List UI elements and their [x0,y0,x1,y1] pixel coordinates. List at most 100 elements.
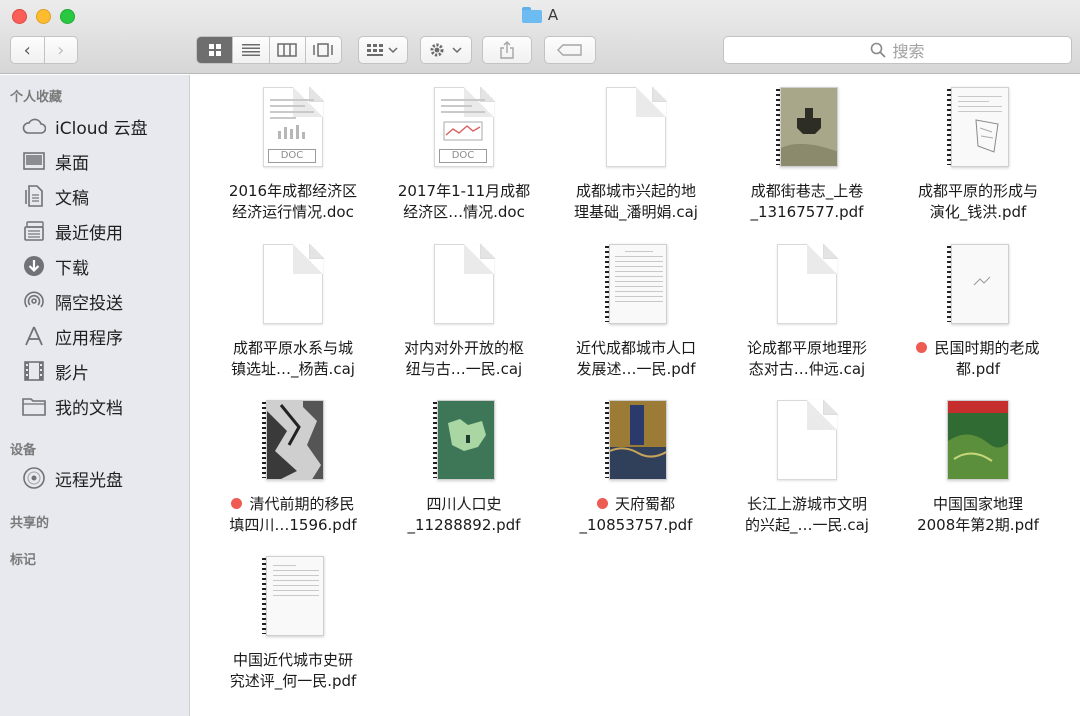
sidebar-item-label: iCloud 云盘 [55,118,148,139]
file-item[interactable]: 论成都平原地理形 态对古…仲远.caj [722,232,892,382]
tag-icon [557,44,582,56]
navigation-buttons: ‹ › [10,36,78,64]
group-by-button[interactable] [358,36,408,64]
search-placeholder: 搜索 [892,42,925,61]
pdf-file-icon [947,87,1009,167]
pdf-file-icon [262,400,324,480]
window-title: A [0,6,1080,24]
file-item[interactable]: 成都平原的形成与 演化_钱洪.pdf [893,75,1063,225]
file-item[interactable]: DOC 2016年成都经济区 经济运行情况.doc [208,75,378,225]
caj-file-icon [776,400,838,480]
caj-file-icon [262,244,324,324]
pdf-file-icon [262,556,324,636]
file-name: 中国近代城市史研 究述评_何一民.pdf [229,651,357,690]
file-item[interactable]: 近代成都城市人口 发展述…一民.pdf [551,232,721,382]
doc-file-icon: DOC [433,87,495,167]
red-tag-icon [596,498,608,509]
sidebar-item-label: 应用程序 [55,328,123,349]
airdrop-icon [22,290,46,312]
sidebar-item-label: 我的文档 [55,398,123,419]
search-icon [871,42,887,58]
edit-tags-button[interactable] [544,36,596,64]
gallery-view-button[interactable] [306,37,341,63]
search-field[interactable]: 搜索 [723,36,1072,64]
cloud-icon [22,115,46,137]
sidebar-item-downloads[interactable]: 下载 [22,251,182,281]
window-toolbar: A ‹ › 搜索 [0,0,1080,74]
red-tag-icon [916,342,928,353]
file-item[interactable]: 清代前期的移民 填四川…1596.pdf [208,388,378,538]
sidebar-item-label: 最近使用 [55,223,123,244]
file-name: 长江上游城市文明 的兴起_…一民.caj [745,495,869,534]
file-name: 成都城市兴起的地 理基础_潘明娟.caj [574,182,698,221]
file-name: 2017年1-11月成都 经济区…情况.doc [397,182,531,221]
sidebar-item-my-documents[interactable]: 我的文档 [22,391,182,421]
column-view-icon [277,43,297,57]
file-item[interactable]: 中国国家地理 2008年第2期.pdf [893,388,1063,538]
list-view-icon [241,44,260,56]
file-item[interactable]: 天府蜀都 _10853757.pdf [551,388,721,538]
file-name: 清代前期的移民 填四川…1596.pdf [229,495,357,534]
sidebar-item-label: 远程光盘 [55,470,123,491]
file-name: 天府蜀都 _10853757.pdf [579,495,693,534]
file-item[interactable]: 中国近代城市史研 究述评_何一民.pdf [208,544,378,694]
action-menu-button[interactable] [420,36,472,64]
sidebar-item-label: 下载 [55,258,89,279]
file-name: 对内对外开放的枢 纽与古…一民.caj [403,339,524,378]
window-title-text: A [547,6,559,24]
caj-file-icon [433,244,495,324]
pdf-file-icon [433,400,495,480]
sidebar-heading-shared: 共享的 [10,516,50,531]
file-name: 民国时期的老成 都.pdf [893,338,1063,380]
sidebar-item-recents[interactable]: 最近使用 [22,216,182,246]
sidebar-item-applications[interactable]: 应用程序 [22,321,182,351]
caj-file-icon [605,87,667,167]
folder-icon [22,395,46,417]
file-name: 2016年成都经济区 经济运行情况.doc [228,182,358,221]
disc-icon [22,467,46,489]
back-button[interactable]: ‹ [11,37,45,63]
file-grid: DOC 2016年成都经济区 经济运行情况.doc DOC 2017年1-11月… [191,75,1080,716]
file-name: 四川人口史 _11288892.pdf [407,495,521,534]
sidebar-item-icloud[interactable]: iCloud 云盘 [22,111,182,141]
file-item[interactable]: 成都街巷志_上卷 _13167577.pdf [722,75,892,225]
column-view-button[interactable] [270,37,306,63]
pdf-file-icon [776,87,838,167]
share-button[interactable] [482,36,532,64]
icon-view-button[interactable] [197,37,234,63]
sidebar-heading-favorites: 个人收藏 [10,90,63,105]
sidebar-item-remote-disc[interactable]: 远程光盘 [22,463,182,493]
file-item[interactable]: 成都平原水系与城 镇选址…_杨茜.caj [208,232,378,382]
file-item[interactable]: 对内对外开放的枢 纽与古…一民.caj [379,232,549,382]
gallery-view-icon [313,43,334,57]
file-item[interactable]: 民国时期的老成 都.pdf [893,232,1063,382]
file-name: 中国国家地理 2008年第2期.pdf [917,495,1039,534]
sidebar-heading-devices: 设备 [10,443,37,458]
sidebar-item-label: 影片 [55,363,89,384]
file-item[interactable]: DOC 2017年1-11月成都 经济区…情况.doc [379,75,549,225]
sidebar-item-label: 桌面 [55,153,89,174]
sidebar-item-label: 文稿 [55,188,89,209]
sidebar-item-desktop[interactable]: 桌面 [22,146,182,176]
downloads-icon [22,255,46,277]
file-item[interactable]: 成都城市兴起的地 理基础_潘明娟.caj [551,75,721,225]
share-icon [500,41,514,59]
file-item[interactable]: 长江上游城市文明 的兴起_…一民.caj [722,388,892,538]
list-view-button[interactable] [233,37,270,63]
sidebar-item-airdrop[interactable]: 隔空投送 [22,286,182,316]
arrange-icon [367,44,398,56]
file-name: 成都街巷志_上卷 _13167577.pdf [750,182,864,221]
sidebar-item-movies[interactable]: 影片 [22,356,182,386]
sidebar-heading-tags: 标记 [10,553,37,568]
gear-icon [430,43,462,57]
file-item[interactable]: 四川人口史 _11288892.pdf [379,388,549,538]
view-mode-selector [196,36,342,64]
file-name: 论成都平原地理形 态对古…仲远.caj [746,339,867,378]
sidebar-item-label: 隔空投送 [55,293,123,314]
documents-icon [22,185,46,207]
file-name: 成都平原水系与城 镇选址…_杨茜.caj [231,339,355,378]
file-name: 成都平原的形成与 演化_钱洪.pdf [917,182,1038,221]
sidebar-item-documents[interactable]: 文稿 [22,181,182,211]
forward-button[interactable]: › [45,37,78,63]
file-name: 近代成都城市人口 发展述…一民.pdf [575,339,696,378]
